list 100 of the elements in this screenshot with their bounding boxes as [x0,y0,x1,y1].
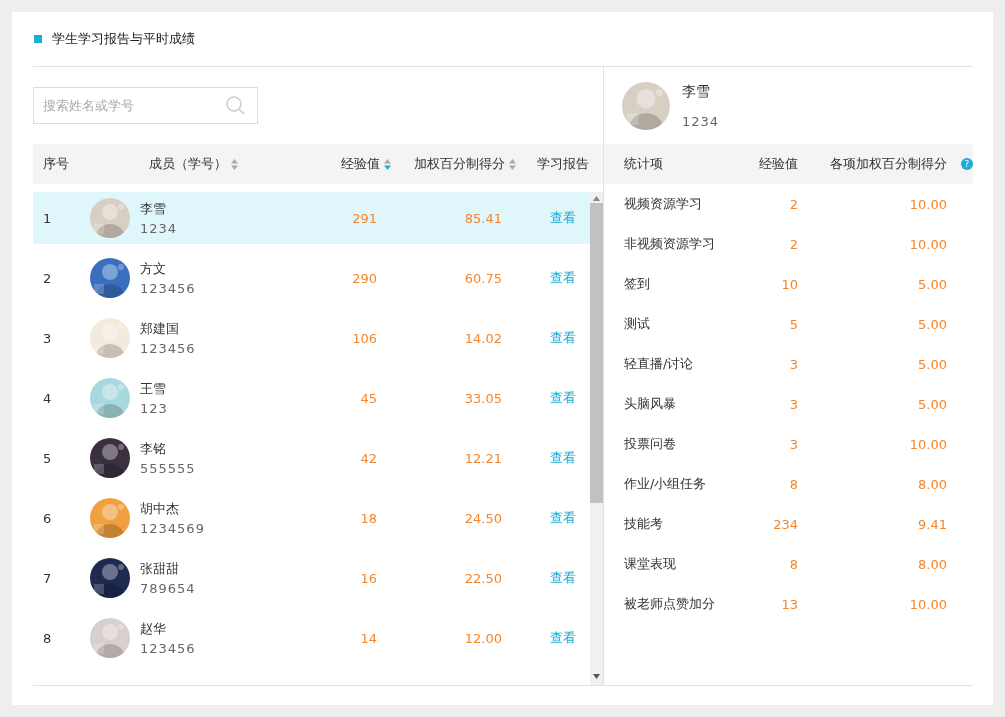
score-value: 5.00 [917,396,947,412]
member-name: 李铭 [140,440,167,458]
column-header: 序号 [43,155,69,173]
exp-value: 18 [359,510,378,526]
member-id: 1234 [140,221,178,236]
score-value: 5.00 [917,316,947,332]
row-index: 3 [42,330,53,346]
stat-item: 头脑风暴 [624,395,677,413]
member-name: 赵华 [140,620,167,638]
exp-value: 45 [359,390,378,406]
stat-item: 课堂表现 [624,555,677,573]
exp-value: 106 [351,330,378,346]
score-value: 10.00 [908,196,947,212]
panel-title: 学生学习报告与平时成绩 [52,30,195,48]
column-header: 经验值 [759,155,798,173]
scroll-up-icon[interactable] [593,196,600,201]
table-row[interactable]: 1 李雪 1234 291 85.41 查看 [33,192,590,244]
table-row[interactable]: 6 胡中杰 1234569 18 24.50 查看 [33,492,590,544]
member-id: 1234569 [140,521,205,536]
member-id: 123 [140,401,168,416]
stat-item: 作业/小组任务 [624,475,708,493]
member-name: 郑建国 [140,320,180,338]
score-value: 12.00 [463,630,503,646]
score-value: 10.00 [908,436,947,452]
score-value: 22.50 [463,570,503,586]
member-id: 123456 [140,281,196,296]
table-row[interactable]: 5 李铭 555555 42 12.21 查看 [33,432,590,484]
table-row[interactable]: 7 张甜甜 789654 16 22.50 查看 [33,552,590,604]
sort-icon[interactable] [384,158,391,170]
table-row[interactable]: 3 郑建国 123456 106 14.02 查看 [33,312,590,364]
exp-value: 14 [359,630,378,646]
stat-item: 投票问卷 [624,435,677,453]
row-index: 2 [42,270,53,286]
column-header[interactable]: 经验值 [341,155,380,173]
column-header: 学习报告 [537,155,589,173]
exp-value: 3 [788,396,798,412]
exp-value: 2 [788,236,798,252]
scroll-thumb[interactable] [590,203,603,503]
row-index: 4 [42,390,53,406]
search-icon[interactable] [226,96,245,115]
member-name: 方文 [140,260,167,278]
exp-value: 3 [788,436,798,452]
search-field[interactable]: 搜索姓名或学号 [33,87,258,124]
scrollbar[interactable] [590,192,603,685]
score-value: 33.05 [463,390,503,406]
row-index: 7 [42,570,53,586]
student-id: 1234 [682,113,720,129]
member-id: 123456 [140,641,196,656]
exp-value: 2 [788,196,798,212]
exp-value: 8 [788,556,798,572]
stat-item: 非视频资源学习 [624,235,716,253]
row-index: 6 [42,510,53,526]
exp-value: 16 [359,570,378,586]
scroll-down-icon[interactable] [593,674,600,679]
member-name: 张甜甜 [140,560,180,578]
column-header[interactable]: 成员（学号） [149,155,227,173]
member-id: 123456 [140,341,196,356]
student-name: 李雪 [682,82,711,101]
stat-item: 被老师点赞加分 [624,595,716,613]
sort-icon[interactable] [231,158,238,170]
table-row[interactable]: 4 王雪 123 45 33.05 查看 [33,372,590,424]
stat-item: 轻直播/讨论 [624,355,695,373]
score-value: 24.50 [463,510,503,526]
column-header: 统计项 [624,155,663,173]
column-header[interactable]: 加权百分制得分 [414,155,505,173]
exp-value: 8 [788,476,798,492]
exp-value: 10 [780,276,798,292]
score-value: 5.00 [917,276,947,292]
table-row[interactable]: 8 赵华 123456 14 12.00 查看 [33,612,590,664]
score-value: 8.00 [917,476,947,492]
member-name: 王雪 [140,380,167,398]
title-marker-icon [34,35,42,43]
score-value: 14.02 [463,330,503,346]
table-row[interactable]: 2 方文 123456 290 60.75 查看 [33,252,590,304]
score-value: 10.00 [908,596,947,612]
score-value: 12.21 [463,450,503,466]
stat-item: 签到 [624,275,651,293]
exp-value: 13 [780,596,798,612]
score-value: 8.00 [917,556,947,572]
exp-value: 5 [788,316,798,332]
exp-value: 3 [788,356,798,372]
score-value: 9.41 [917,516,947,532]
member-name: 李雪 [140,200,167,218]
exp-value: 42 [359,450,378,466]
member-id: 555555 [140,461,196,476]
score-value: 5.00 [917,356,947,372]
row-index: 5 [42,450,53,466]
stat-item: 视频资源学习 [624,195,703,213]
sort-icon[interactable] [509,158,516,170]
exp-value: 291 [351,210,378,226]
stat-item: 技能考 [624,515,664,533]
score-value: 60.75 [463,270,503,286]
stat-item: 测试 [624,315,651,333]
column-header: 各项加权百分制得分 [830,155,947,173]
exp-value: 290 [351,270,378,286]
member-name: 胡中杰 [140,500,180,518]
member-id: 789654 [140,581,196,596]
score-value: 85.41 [463,210,503,226]
score-value: 10.00 [908,236,947,252]
exp-value: 234 [772,516,798,532]
